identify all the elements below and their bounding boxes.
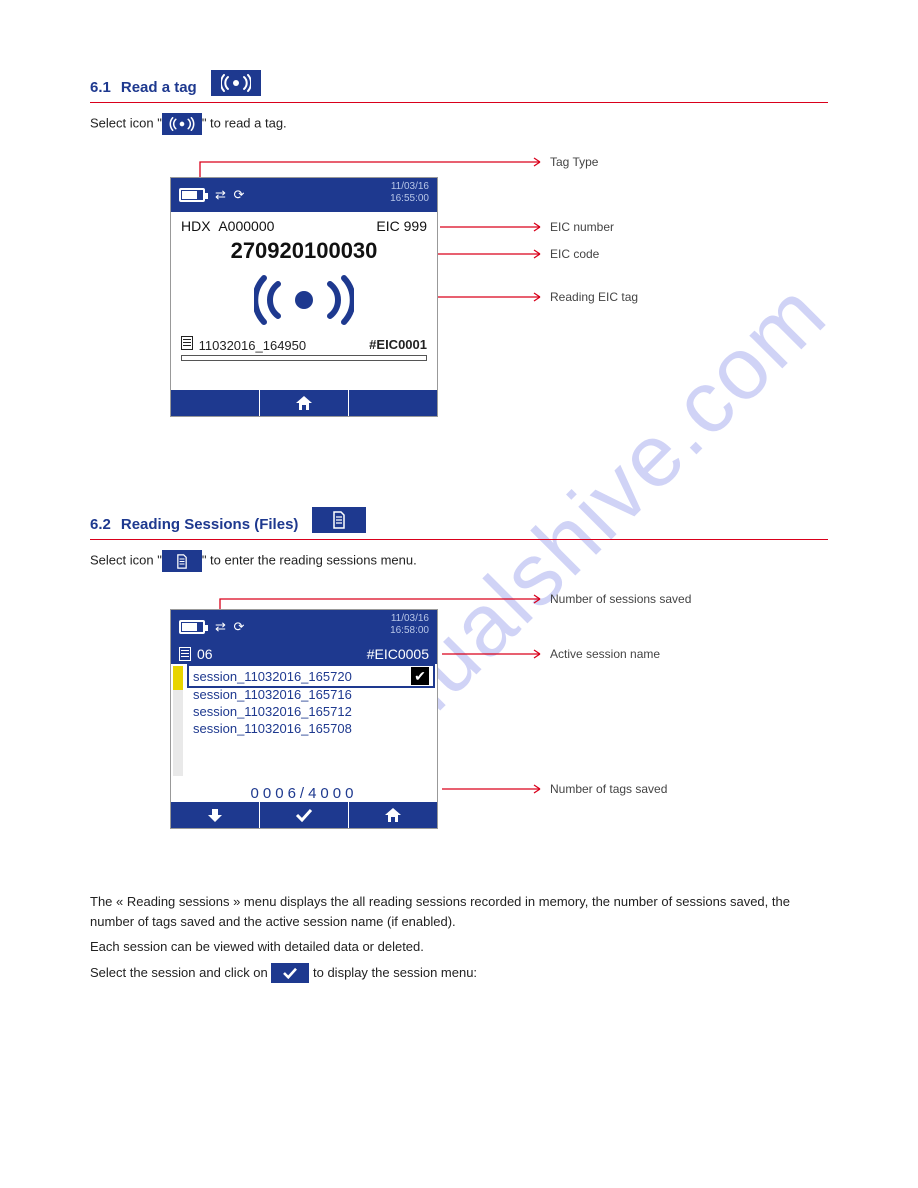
section-1-num: 6.1: [90, 79, 111, 96]
rfid-icon-inline: [162, 113, 202, 135]
sec1-text-b: " to read a tag.: [202, 115, 287, 130]
document-chip-icon: [312, 507, 366, 533]
home-button-2[interactable]: [349, 802, 437, 828]
tag-counter: 0006/4000: [171, 785, 437, 802]
sec1-text: Select icon " " to read a tag.: [90, 113, 828, 135]
list-item-label: session_11032016_165708: [193, 721, 352, 736]
active-session: #EIC0005: [367, 646, 429, 662]
sec2-text-a: Select icon ": [90, 552, 162, 567]
status-icons: ⇄ ⟳: [215, 187, 246, 203]
eic-code-big: 270920100030: [171, 234, 437, 270]
callout-eic-number: EIC number: [550, 220, 614, 234]
sessions-count: 06: [197, 646, 213, 662]
rfid-icon: [211, 70, 261, 96]
status-time-val-2: 16:58:00: [390, 625, 429, 636]
list-item-label: session_11032016_165720: [193, 669, 352, 684]
battery-icon: [179, 188, 205, 202]
list-item[interactable]: session_11032016_165716: [189, 686, 433, 703]
rfid-big-icon: [171, 270, 437, 330]
callout-active-session: Active session name: [550, 647, 660, 661]
callout-tags-count: Number of tags saved: [550, 782, 667, 796]
down-button[interactable]: [171, 802, 260, 828]
progress-bar: [181, 355, 427, 361]
status-time-2: 11/03/16 16:58:00: [390, 613, 429, 637]
bottom-bar: [171, 390, 437, 416]
session-row: 11032016_164950 #EIC0001: [171, 330, 437, 355]
document-icon-2: [179, 647, 191, 661]
screen2-figure: Number of sessions saved Active session …: [170, 594, 730, 874]
status-bar-2: ⇄ ⟳ 11/03/16 16:58:00: [171, 610, 437, 644]
status-time-val: 16:55:00: [390, 193, 429, 204]
scrollbar-thumb[interactable]: [173, 666, 183, 690]
eic-code-small: #EIC0001: [369, 337, 427, 352]
sec2-para3-a: Select the session and click on: [90, 965, 271, 980]
list-item[interactable]: session_11032016_165720 ✔: [189, 666, 433, 686]
list-item-label: session_11032016_165712: [193, 704, 352, 719]
sec2-text: Select icon " " to enter the reading sess…: [90, 550, 828, 572]
bottom-seg-3[interactable]: [349, 390, 437, 416]
callout-reading: Reading EIC tag: [550, 290, 638, 304]
status-time: 11/03/16 16:55:00: [390, 181, 429, 205]
list-item[interactable]: session_11032016_165708: [189, 720, 433, 737]
screen2: ⇄ ⟳ 11/03/16 16:58:00 06 #EIC0005: [170, 609, 438, 829]
sec2-para1: The « Reading sessions » menu displays t…: [90, 892, 828, 931]
document-icon: [181, 336, 193, 350]
list-item[interactable]: session_11032016_165712: [189, 703, 433, 720]
status-date-2: 11/03/16: [391, 613, 429, 624]
home-button[interactable]: [260, 390, 349, 416]
callout-tag-type: Tag Type: [550, 155, 598, 169]
section-2-title: Reading Sessions (Files): [121, 516, 299, 533]
section-2-num: 6.2: [90, 516, 111, 533]
bottom-bar-2: [171, 802, 437, 828]
check-chip-icon: [271, 963, 309, 983]
a0-value: A000000: [218, 218, 274, 234]
sec2-para3-b: to display the session menu:: [309, 965, 477, 980]
status-bar: ⇄ ⟳ 11/03/16 16:55:00: [171, 178, 437, 212]
session-name: 11032016_164950: [199, 338, 307, 353]
section-1-title: Read a tag: [121, 79, 197, 96]
section-2-heading: 6.2 Reading Sessions (Files): [90, 507, 828, 533]
sec1-text-a: Select icon ": [90, 115, 162, 130]
sec2-para3: Select the session and click on to displ…: [90, 963, 828, 984]
sec2-para2: Each session can be viewed with detailed…: [90, 937, 828, 957]
screen1-figure: Tag Type EIC number EIC code Reading EIC…: [170, 157, 730, 457]
section-1-heading: 6.1 Read a tag: [90, 70, 828, 96]
callout-eic-code: EIC code: [550, 247, 599, 261]
hdx-label: HDX: [181, 218, 211, 234]
confirm-button[interactable]: [260, 802, 349, 828]
divider-2: [90, 539, 828, 540]
callout-sessions-count: Number of sessions saved: [550, 592, 691, 606]
divider: [90, 102, 828, 103]
screen1: ⇄ ⟳ 11/03/16 16:55:00 HDX A000000 EIC 99…: [170, 177, 438, 417]
status-date: 11/03/16: [391, 181, 429, 192]
eic-label: EIC 999: [376, 218, 427, 234]
document-chip-inline: [162, 550, 202, 572]
list-item-label: session_11032016_165716: [193, 687, 352, 702]
bottom-seg-1[interactable]: [171, 390, 260, 416]
scrollbar[interactable]: [173, 666, 183, 776]
battery-icon-2: [179, 620, 205, 634]
sec2-text-b: " to enter the reading sessions menu.: [202, 552, 417, 567]
tag-row: HDX A000000 EIC 999: [171, 212, 437, 234]
status-icons-2: ⇄ ⟳: [215, 619, 246, 635]
check-icon: ✔: [411, 667, 429, 685]
screen2-header: 06 #EIC0005: [171, 644, 437, 664]
session-list: session_11032016_165720 ✔ session_110320…: [189, 666, 433, 776]
